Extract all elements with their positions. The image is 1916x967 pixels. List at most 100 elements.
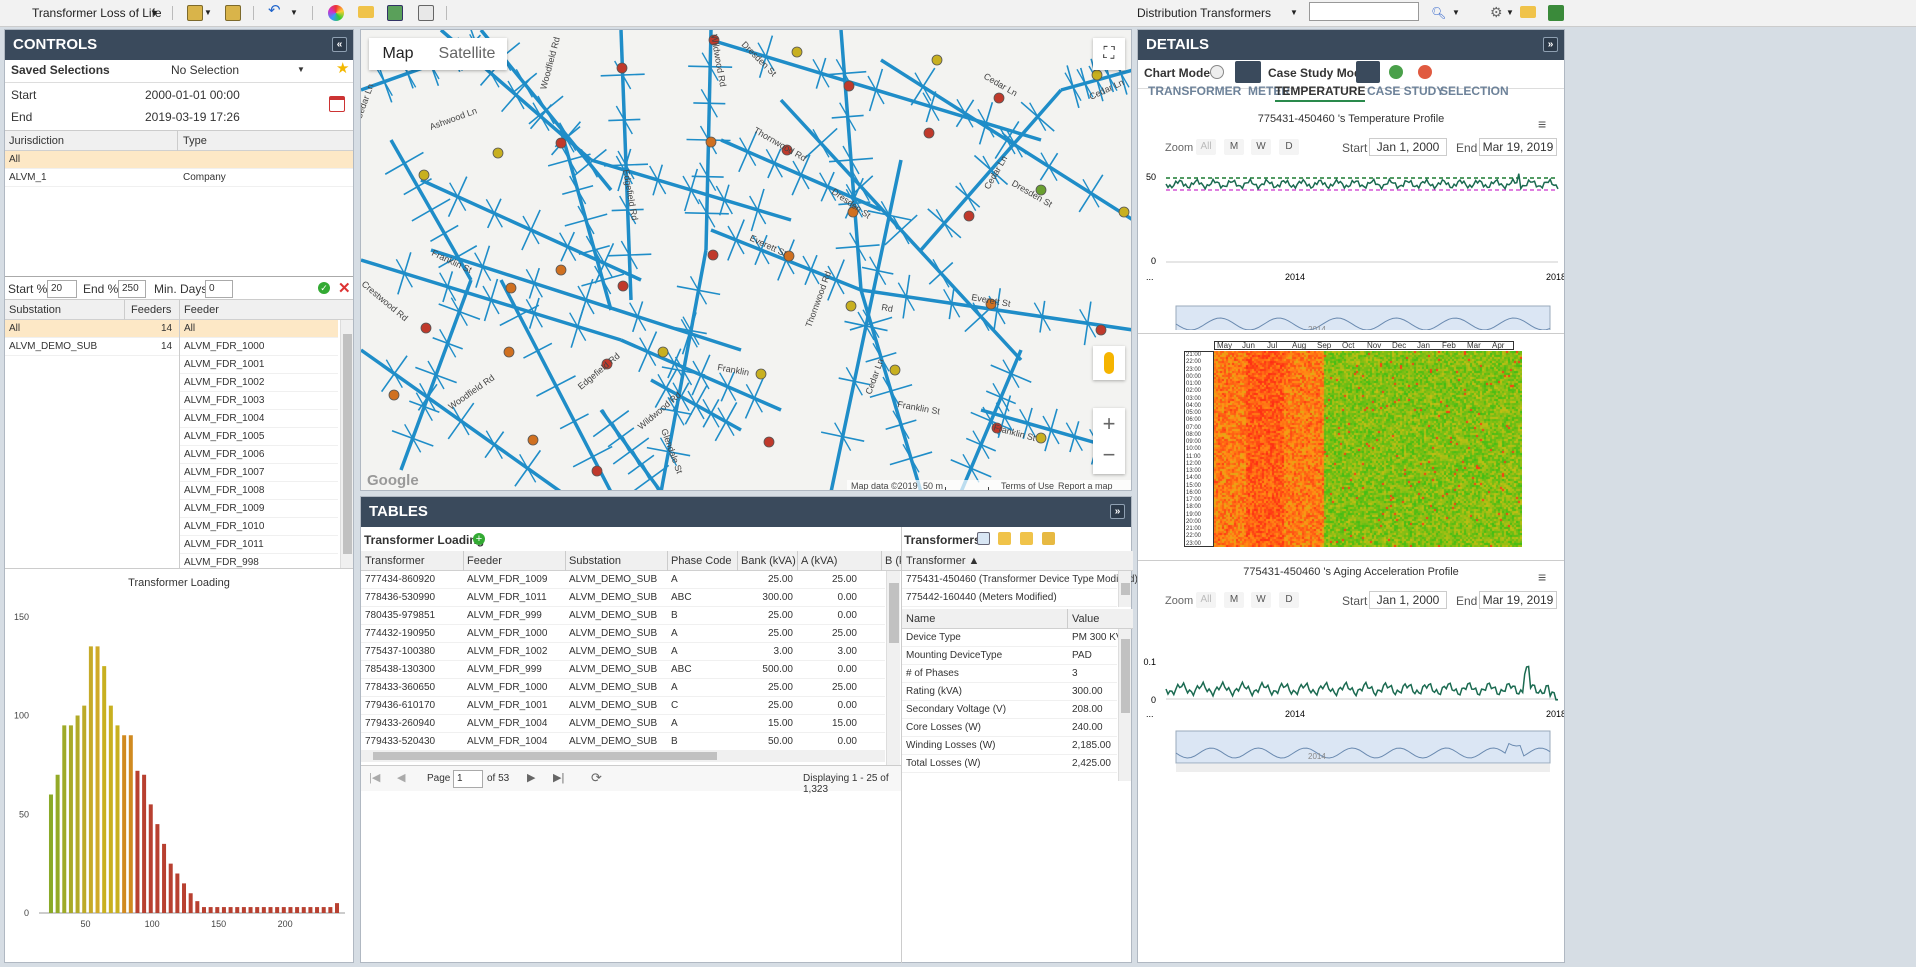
histogram-bar[interactable]	[122, 735, 127, 913]
scrollbar-thumb[interactable]	[1121, 583, 1130, 595]
collapse-icon[interactable]: »	[1110, 504, 1125, 519]
list-item[interactable]: ALVM_FDR_1008	[180, 482, 338, 500]
end-date-input[interactable]: Mar 19, 2019	[1479, 138, 1557, 156]
transformer-marker[interactable]	[1095, 324, 1107, 336]
zoom-month-button[interactable]: M	[1224, 139, 1244, 155]
end-pct-input[interactable]: 250	[118, 280, 146, 298]
h-scrollbar[interactable]	[361, 750, 885, 762]
last-page-icon[interactable]: ▶|	[553, 771, 564, 784]
list-item[interactable]: 775442-160440 (Meters Modified)	[902, 589, 1117, 607]
report-link[interactable]: Report a map error	[1058, 481, 1131, 490]
refresh-icon[interactable]: ⟳	[591, 770, 602, 786]
histogram-bar[interactable]	[321, 907, 326, 913]
transformer-marker[interactable]	[527, 434, 539, 446]
temperature-series[interactable]	[1165, 173, 1559, 191]
histogram-bar[interactable]	[261, 907, 266, 913]
list-item[interactable]: ALVM_FDR_998	[180, 554, 338, 568]
column-header[interactable]: Name	[906, 609, 935, 629]
transformer-marker[interactable]	[388, 389, 400, 401]
histogram-bar[interactable]	[281, 907, 286, 913]
column-header[interactable]: Bank (kVA)	[741, 551, 796, 571]
table-row[interactable]: # of Phases 3	[902, 665, 1117, 683]
list-item[interactable]: ALVM_FDR_1007	[180, 464, 338, 482]
first-page-icon[interactable]: |◀	[369, 771, 380, 784]
column-header[interactable]: Type	[183, 131, 207, 151]
table-row[interactable]: All	[5, 151, 353, 169]
histogram-bar[interactable]	[208, 907, 213, 913]
transformer-marker[interactable]	[616, 62, 628, 74]
column-header[interactable]: B (k	[885, 551, 901, 571]
zoom-week-button[interactable]: W	[1251, 139, 1271, 155]
histogram-bar[interactable]	[168, 863, 173, 913]
list-item[interactable]: ALVM_FDR_1001	[180, 356, 338, 374]
aging-series[interactable]	[1165, 665, 1559, 701]
histogram-bar[interactable]	[148, 804, 153, 913]
histogram-bar[interactable]	[182, 883, 187, 913]
table-row[interactable]: ALVM_1 Company	[5, 169, 353, 187]
histogram-bar[interactable]	[108, 705, 113, 913]
chevron-down-icon[interactable]: ▼	[150, 4, 159, 22]
transformer-marker[interactable]	[418, 169, 430, 181]
transformer-marker[interactable]	[963, 210, 975, 222]
histogram-bar[interactable]	[162, 843, 167, 913]
list-item[interactable]: ALVM_FDR_1003	[180, 392, 338, 410]
histogram-bar[interactable]	[155, 824, 160, 913]
app-title[interactable]: Transformer Loss of Life	[32, 4, 162, 22]
clock-icon[interactable]	[1210, 65, 1224, 79]
terms-link[interactable]: Terms of Use	[1001, 481, 1054, 490]
histogram-bar[interactable]	[142, 774, 147, 913]
transformer-marker[interactable]	[492, 147, 504, 159]
table-icon[interactable]	[387, 5, 403, 21]
histogram-bar[interactable]	[275, 907, 280, 913]
column-header[interactable]: Substation	[569, 551, 621, 571]
refresh-icon[interactable]	[1389, 65, 1403, 79]
calendar-icon[interactable]	[329, 96, 345, 112]
transformer-marker[interactable]	[555, 137, 567, 149]
chevron-down-icon[interactable]: ▼	[290, 4, 298, 22]
histogram-bar[interactable]	[88, 646, 93, 913]
check-icon[interactable]: ✓	[318, 282, 330, 294]
list-item[interactable]: All	[180, 320, 338, 338]
histogram-bar[interactable]	[255, 907, 260, 913]
next-page-icon[interactable]: ▶	[527, 771, 535, 784]
histogram-bar[interactable]	[295, 907, 300, 913]
histogram-bar[interactable]	[308, 907, 313, 913]
histogram-bar[interactable]	[328, 907, 333, 913]
column-header[interactable]: Feeder	[184, 300, 219, 320]
fullscreen-icon[interactable]: ⛶	[1093, 38, 1125, 70]
list-item[interactable]: ALVM_FDR_1000	[180, 338, 338, 356]
transformer-marker[interactable]	[843, 80, 855, 92]
table-row[interactable]: 779433-520430 ALVM_FDR_1004 ALVM_DEMO_SUB B…	[361, 733, 885, 751]
histogram-bar[interactable]	[62, 725, 67, 913]
chevron-down-icon[interactable]: ▼	[1452, 4, 1460, 22]
histogram-bar[interactable]	[201, 907, 206, 913]
column-header[interactable]: Phase Code	[671, 551, 732, 571]
export-icon[interactable]	[225, 5, 241, 21]
start-value[interactable]: 2000-01-01 00:00	[145, 88, 240, 102]
table-row[interactable]: All 14	[5, 320, 179, 338]
map-canvas[interactable]: Woodfield RdAshwood LnEdgefield RdWildwo…	[361, 30, 1132, 491]
histogram-bar[interactable]	[188, 893, 193, 913]
zoom-all-button[interactable]: All	[1196, 139, 1216, 155]
heatmap-canvas[interactable]	[1214, 351, 1522, 547]
dataset-select[interactable]: Distribution Transformers	[1137, 4, 1271, 22]
transformer-marker[interactable]	[931, 54, 943, 66]
tab-selection[interactable]: SELECTION	[1440, 80, 1509, 102]
histogram-bar[interactable]	[68, 725, 73, 913]
histogram-bar[interactable]	[48, 794, 53, 914]
histogram-bar[interactable]	[235, 907, 240, 913]
transformer-marker[interactable]	[889, 364, 901, 376]
map-view[interactable]: Woodfield Rd Ashwood Ln Edgefield Rd Wildwo…	[360, 29, 1132, 491]
transformer-marker[interactable]	[705, 136, 717, 148]
save-icon[interactable]	[1042, 532, 1055, 545]
table-row[interactable]: 774432-190950 ALVM_FDR_1000 ALVM_DEMO_SUB A…	[361, 625, 885, 643]
column-header[interactable]: Value	[1072, 609, 1099, 629]
transformer-marker[interactable]	[755, 368, 767, 380]
transformer-marker[interactable]	[707, 249, 719, 261]
temperature-plot[interactable]: 50 0 2014 2018... 2014	[1138, 160, 1564, 330]
zoom-out-icon[interactable]: −	[1093, 440, 1125, 472]
list-item[interactable]: ALVM_FDR_1006	[180, 446, 338, 464]
table-row[interactable]: Rating (kVA) 300.00	[902, 683, 1117, 701]
list-item[interactable]: ALVM_FDR_1010	[180, 518, 338, 536]
histogram-bar[interactable]	[115, 725, 120, 913]
